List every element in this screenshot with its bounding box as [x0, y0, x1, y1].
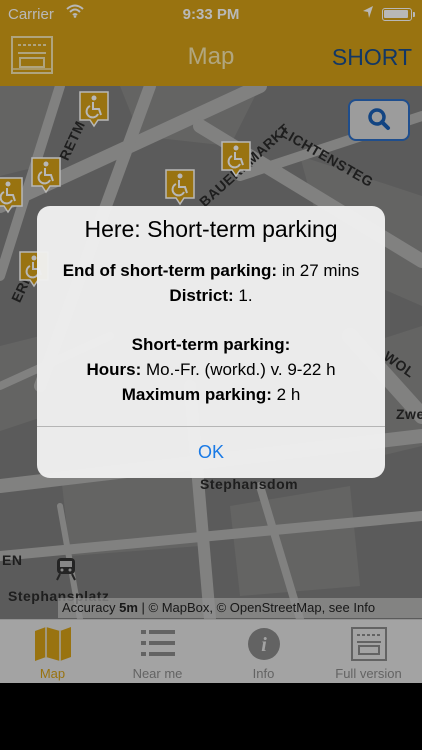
bottom-area — [0, 683, 422, 750]
ok-button[interactable]: OK — [37, 427, 385, 478]
district-value: 1. — [233, 286, 253, 305]
district-label: District: — [169, 286, 234, 305]
max-parking-label: Maximum parking: — [121, 385, 272, 404]
hours-label: Hours: — [86, 360, 142, 379]
max-parking-value: 2 h — [271, 385, 301, 404]
section-title-text: Short-term parking: — [131, 335, 291, 354]
alert-line-hours: Hours: Mo.-Fr. (workd.) v. 9-22 h — [37, 357, 385, 382]
hours-value: Mo.-Fr. (workd.) v. 9-22 h — [141, 360, 336, 379]
screen: Carrier 9:33 PM Map SHORT LICHTENSTEG St… — [0, 0, 422, 750]
end-time-value: in 27 mins — [277, 261, 360, 280]
alert-section-title: Short-term parking: — [37, 332, 385, 357]
alert-spacer — [37, 308, 385, 332]
alert-dialog: Here: Short-term parking End of short-te… — [37, 206, 385, 478]
alert-line-max: Maximum parking: 2 h — [37, 382, 385, 407]
alert-title: Here: Short-term parking — [84, 216, 338, 242]
end-time-label: End of short-term parking: — [62, 261, 278, 280]
alert-line-end-time: End of short-term parking: in 27 mins — [37, 258, 385, 283]
alert-line-district: District: 1. — [37, 283, 385, 308]
alert-message: End of short-term parking: in 27 mins Di… — [37, 258, 385, 407]
